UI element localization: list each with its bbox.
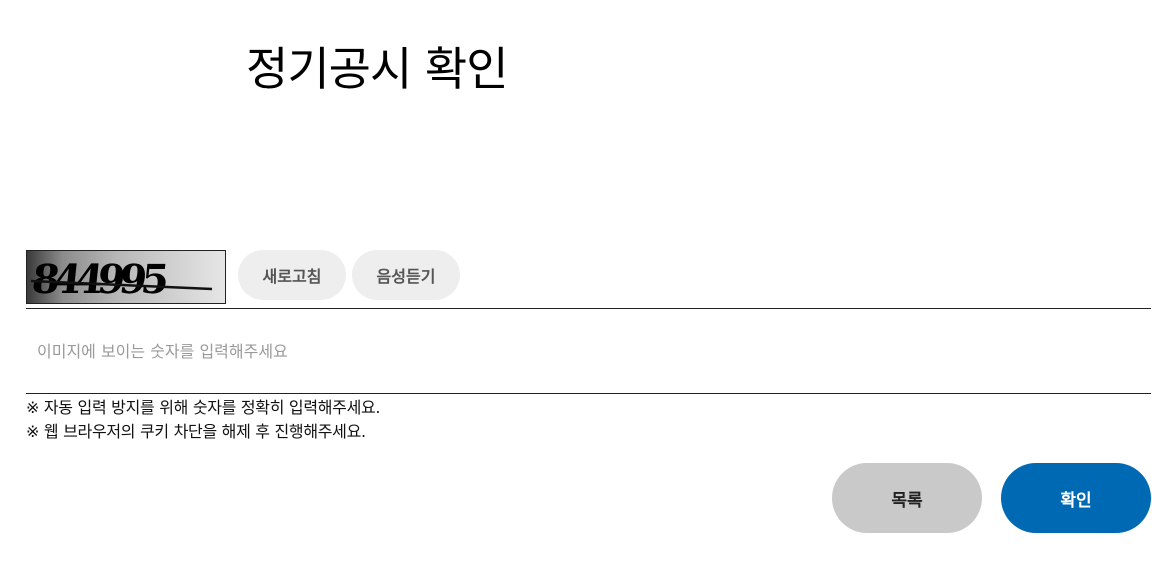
captcha-image: 844995 bbox=[26, 250, 226, 304]
page-title: 정기공시 확인 bbox=[246, 42, 509, 96]
list-button[interactable]: 목록 bbox=[832, 463, 982, 533]
page: 정기공시 확인 844995 새로고침 음성듣기 ※ 자동 입력 방지를 위해 … bbox=[0, 0, 1152, 580]
captcha-image-text: 844995 bbox=[30, 256, 169, 303]
captcha-image-graphic: 844995 bbox=[30, 256, 213, 303]
captcha-input[interactable] bbox=[26, 309, 1151, 393]
notice-item: ※ 웹 브라우저의 쿠키 차단을 해제 후 진행해주세요. bbox=[26, 422, 366, 441]
captcha-audio-button[interactable]: 음성듣기 bbox=[352, 250, 460, 300]
notice-item: ※ 자동 입력 방지를 위해 숫자를 정확히 입력해주세요. bbox=[26, 398, 381, 417]
captcha-refresh-button[interactable]: 새로고침 bbox=[238, 250, 346, 300]
confirm-button[interactable]: 확인 bbox=[1001, 463, 1151, 533]
captcha-input-area bbox=[26, 308, 1151, 394]
notice-list: ※ 자동 입력 방지를 위해 숫자를 정확히 입력해주세요. ※ 웹 브라우저의… bbox=[26, 396, 381, 444]
